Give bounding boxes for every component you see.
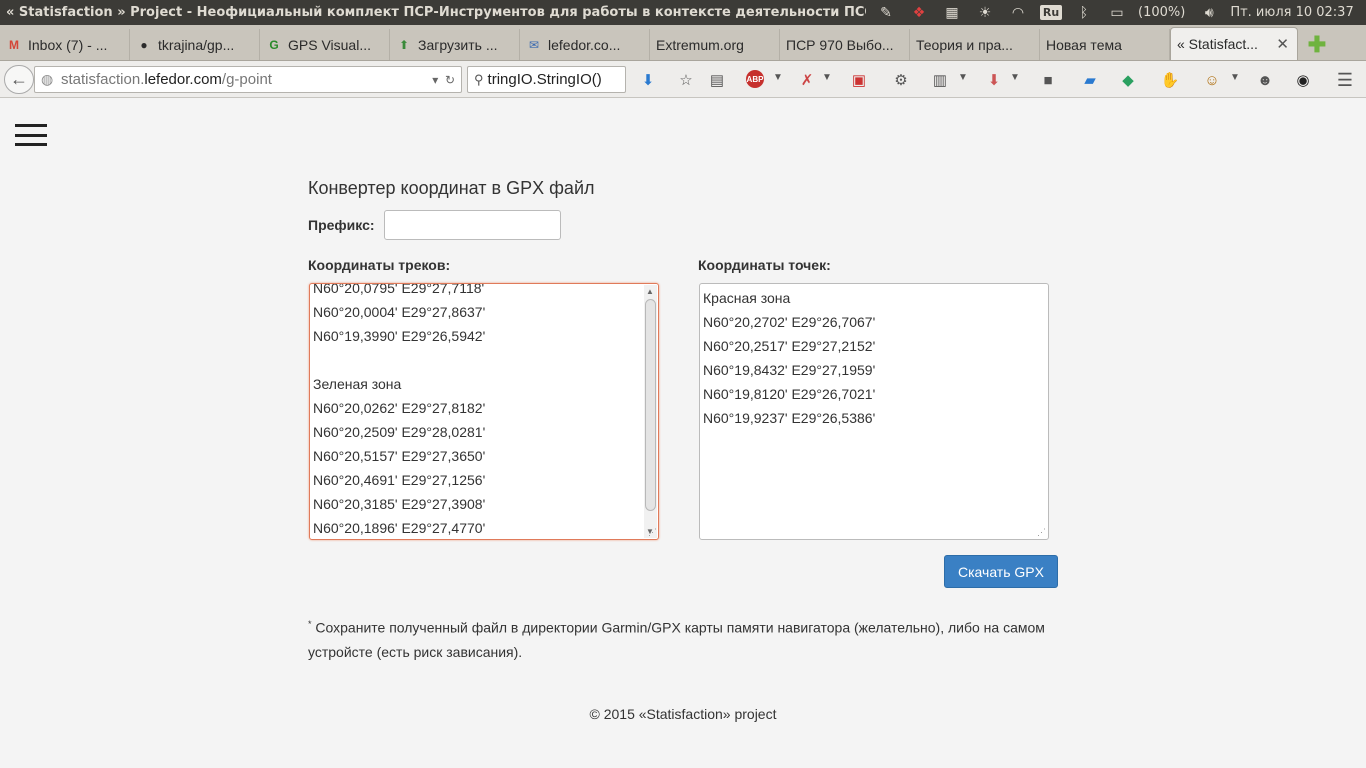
tracks-label: Координаты треков: [308, 257, 451, 273]
gmail-icon: M [9, 37, 19, 52]
bluetooth-icon[interactable]: ᛒ [1072, 3, 1096, 23]
tab-inbox[interactable]: M Inbox (7) - ... [0, 29, 130, 60]
tab-lefedor[interactable]: ✉ lefedor.co... [520, 29, 650, 60]
chevron-down-icon[interactable]: ▼ [1010, 72, 1020, 83]
tab-label: Теория и пра... [916, 36, 1013, 53]
script-blocker-icon[interactable]: ✗ [797, 70, 817, 90]
url-history-reload-icon[interactable]: ▾ ↻ [432, 73, 455, 87]
gpsvisualizer-icon: G [269, 37, 279, 52]
clipboard-icon[interactable]: ▥ [930, 70, 950, 90]
chat-icon[interactable]: ☻ [1255, 70, 1275, 90]
greasemonkey-icon[interactable]: ☺ [1202, 70, 1222, 90]
tab-strip: M Inbox (7) - ... ● tkrajina/gp... G GPS Vi… [0, 25, 1366, 61]
mail-icon: ✉ [528, 37, 540, 52]
footer: © 2015 «Statisfaction» project [589, 706, 777, 722]
globe-icon: ◍ [41, 71, 54, 87]
notes-icon[interactable]: ✎ [874, 3, 898, 23]
battery-icon[interactable]: ▭ [1105, 3, 1129, 23]
url-subdomain: statisfaction. [61, 71, 145, 88]
tab-label: Новая тема [1046, 36, 1122, 53]
back-arrow-icon: ← [10, 69, 28, 89]
navigation-toolbar: ← ◍ statisfaction. lefedor.com/g-point ▾ … [0, 61, 1366, 98]
system-top-panel: « Statisfaction » Project - Неофициальны… [0, 0, 1366, 25]
resize-grip-icon[interactable]: ⋰ [1037, 527, 1046, 538]
bookmark-blue-icon[interactable]: ▰ [1080, 70, 1100, 90]
hamburger-menu-icon[interactable] [15, 124, 47, 146]
chevron-down-icon[interactable]: ▼ [958, 72, 968, 83]
new-tab-icon[interactable]: ✚ [1302, 29, 1332, 60]
search-bar[interactable]: ⚲ tringIO.StringIO() [467, 66, 626, 93]
evernote-icon[interactable]: ◆ [1118, 70, 1138, 90]
tracks-textarea[interactable]: N60°20,0795' E29°27,7118' N60°20,0004' E… [309, 283, 659, 540]
scrollbar-thumb[interactable] [645, 299, 656, 511]
download-helper-icon[interactable]: ⬇ [984, 70, 1004, 90]
system-tray: ✎ ❖ ▦ ☀ ◠ Ru ᛒ ▭ (100%) 🔊︎ Пт. июля 10 0… [874, 0, 1366, 25]
tab-label: GPS Visual... [288, 36, 372, 53]
tab-label: Загрузить ... [418, 36, 498, 53]
back-button[interactable]: ← [4, 65, 34, 94]
tab-gps-visualizer[interactable]: G GPS Visual... [260, 29, 390, 60]
chevron-down-icon[interactable]: ▼ [1230, 72, 1240, 83]
url-path: /g-point [221, 71, 272, 88]
adblock-icon[interactable]: ABP [746, 70, 764, 88]
url-bar[interactable]: ◍ statisfaction. lefedor.com/g-point ▾ ↻ [34, 66, 462, 93]
hand-icon[interactable]: ✋ [1160, 70, 1180, 90]
page-title: Конвертер координат в GPX файл [308, 178, 595, 198]
download-gpx-button[interactable]: Скачать GPX [944, 555, 1058, 588]
tab-theory[interactable]: Теория и пра... [910, 29, 1040, 60]
tab-statisfaction[interactable]: « Statisfact... ✕ [1170, 27, 1298, 60]
color-wheel-icon[interactable]: ◉ [1293, 70, 1313, 90]
menu-icon[interactable]: ☰ [1335, 70, 1355, 90]
battery-percent: (100%) [1138, 5, 1186, 20]
wifi-icon[interactable]: ◠ [1006, 3, 1030, 23]
points-textarea[interactable]: Красная зона N60°20,2702' E29°26,7067' N… [699, 283, 1049, 540]
keyboard-layout-indicator[interactable]: Ru [1039, 3, 1063, 23]
window-title: « Statisfaction » Project - Неофициальны… [6, 5, 866, 20]
addon-counter-icon[interactable]: ▣ [849, 70, 869, 90]
tab-label: tkrajina/gp... [158, 36, 235, 53]
tracks-text: N60°20,0795' E29°27,7118' N60°20,0004' E… [313, 283, 486, 536]
tab-label: « Statisfact... [1177, 36, 1258, 52]
save-note: * Сохраните полученный файл в директории… [308, 612, 1048, 664]
prefix-input[interactable] [384, 210, 561, 240]
tab-label: Inbox (7) - ... [28, 36, 108, 53]
reading-list-icon[interactable]: ▤ [707, 70, 727, 90]
chevron-down-icon[interactable]: ▼ [822, 72, 832, 83]
tab-github[interactable]: ● tkrajina/gp... [130, 29, 260, 60]
volume-icon[interactable]: 🔊︎ [1197, 3, 1221, 23]
workspaces-icon[interactable]: ▦ [940, 3, 964, 23]
points-text: Красная зона N60°20,2702' E29°26,7067' N… [703, 290, 876, 426]
prefix-label: Префикс: [308, 217, 375, 233]
tab-psr-970[interactable]: ПСР 970 Выбо... [780, 29, 910, 60]
tab-extremum[interactable]: Extremum.org [650, 29, 780, 60]
bookmark-star-icon[interactable]: ☆ [676, 70, 696, 90]
chevron-down-icon[interactable]: ▼ [773, 72, 783, 83]
resize-grip-icon[interactable]: ⋰ [648, 527, 657, 538]
page-content: Конвертер координат в GPX файл Префикс: … [0, 98, 1366, 768]
tab-label: Extremum.org [656, 36, 744, 53]
upload-icon: ⬆ [398, 37, 410, 52]
downloads-icon[interactable]: ⬇ [638, 70, 658, 90]
keyboard-layout-label: Ru [1039, 5, 1063, 20]
gear-addon-icon[interactable]: ⚙ [891, 70, 911, 90]
search-value: tringIO.StringIO() [487, 71, 602, 88]
search-icon: ⚲ [474, 71, 484, 87]
points-label: Координаты точек: [698, 257, 831, 273]
dropbox-icon[interactable]: ❖ [907, 3, 931, 23]
github-icon: ● [140, 37, 148, 52]
tab-new-topic[interactable]: Новая тема [1040, 29, 1170, 60]
close-tab-icon[interactable]: ✕ [1276, 35, 1289, 53]
clock[interactable]: Пт. июля 10 02:37 [1230, 5, 1353, 20]
url-domain: lefedor.com [144, 71, 222, 88]
brightness-icon[interactable]: ☀ [973, 3, 997, 23]
tab-label: ПСР 970 Выбо... [786, 36, 894, 53]
scroll-up-arrow-icon[interactable]: ▲ [646, 287, 654, 296]
video-icon[interactable]: ■ [1038, 70, 1058, 90]
note-text: Сохраните полученный файл в директории G… [308, 619, 1045, 660]
tab-upload[interactable]: ⬆ Загрузить ... [390, 29, 520, 60]
tracks-scrollbar[interactable]: ▲ ▼ [644, 285, 657, 538]
tab-label: lefedor.co... [548, 36, 621, 53]
